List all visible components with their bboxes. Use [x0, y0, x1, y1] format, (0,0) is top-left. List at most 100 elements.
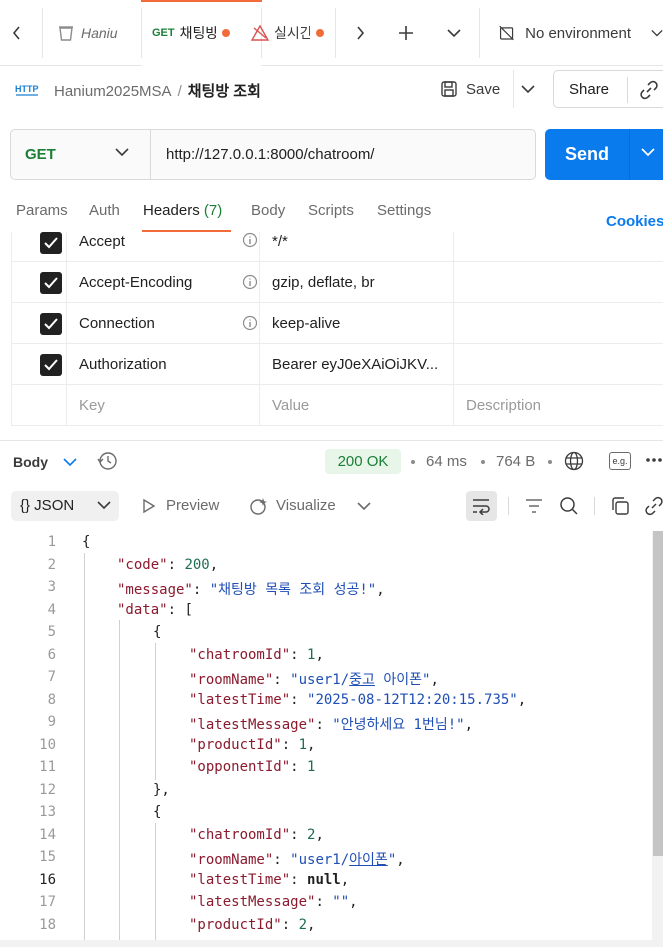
globe-icon[interactable]	[564, 451, 584, 471]
code-line: {	[153, 804, 162, 820]
table-row: Authorization Bearer eyJ0eXAiOiJKV...	[11, 344, 663, 385]
chevron-down-icon[interactable]	[357, 501, 371, 511]
table-row: Accept */*	[11, 232, 663, 262]
copy-icon[interactable]	[610, 496, 630, 516]
visualize-icon	[250, 498, 267, 515]
send-button[interactable]: Send	[545, 129, 663, 180]
save-example-button[interactable]: e.g.	[609, 452, 631, 470]
line-number: 4	[47, 602, 56, 618]
code-line: "code": 200,	[117, 557, 219, 573]
format-label: {} JSON	[20, 497, 75, 514]
header-checkbox[interactable]	[40, 272, 62, 294]
info-icon[interactable]	[242, 274, 258, 290]
line-number: 2	[47, 557, 56, 573]
tab-chatroom[interactable]: GET 채팅방	[142, 0, 261, 66]
request-title[interactable]: 채팅방 조회	[188, 83, 261, 100]
chevron-down-icon	[447, 29, 461, 38]
info-icon[interactable]	[242, 232, 258, 248]
chevron-down-icon	[520, 85, 535, 94]
environment-label: No environment	[525, 24, 632, 42]
header-key[interactable]: Accept	[79, 233, 125, 250]
breadcrumb-collection[interactable]: Hanium2025MSA	[54, 83, 172, 100]
header-value[interactable]: */*	[272, 233, 288, 250]
url-bar: GET http://127.0.0.1:8000/chatroom/	[10, 129, 536, 180]
tab-bar: Haniu GET 채팅방 실시간 No environment	[0, 0, 663, 66]
table-row: Connection keep-alive	[11, 303, 663, 344]
share-label: Share	[569, 81, 610, 98]
warning-icon	[250, 24, 270, 41]
history-icon[interactable]	[97, 451, 119, 471]
indent-guide	[155, 823, 156, 947]
chevron-left-icon	[12, 26, 20, 40]
line-number-current: 16	[39, 872, 56, 888]
tabs-scroll-left-button[interactable]	[0, 0, 34, 66]
line-number: 14	[39, 827, 56, 843]
indent-guide	[84, 553, 85, 947]
cookies-link[interactable]: Cookies	[606, 213, 663, 230]
response-body-editor[interactable]: 1 2 3 4 5 6 7 8 9 10 11 12 13 14 15 16 1…	[0, 531, 663, 947]
url-input[interactable]: http://127.0.0.1:8000/chatroom/	[166, 146, 374, 163]
tab-label: Haniu	[81, 25, 118, 41]
header-value[interactable]: keep-alive	[272, 315, 340, 332]
code-line: "roomName": "user1/중고 아이폰",	[189, 672, 439, 688]
value-placeholder[interactable]: Value	[272, 397, 309, 414]
header-key[interactable]: Connection	[79, 315, 155, 332]
link-icon[interactable]	[644, 496, 663, 516]
code-line: "latestTime": "2025-08-12T12:20:15.735",	[189, 692, 527, 708]
wrap-lines-button[interactable]	[466, 491, 497, 521]
tab-settings[interactable]: Settings	[377, 202, 431, 219]
line-number: 9	[47, 714, 56, 730]
more-icon[interactable]	[645, 457, 663, 463]
key-placeholder[interactable]: Key	[79, 397, 105, 414]
chevron-down-icon[interactable]	[115, 147, 129, 157]
http-icon: HTTP	[15, 80, 39, 98]
tab-label: 채팅방	[179, 25, 216, 41]
tab-params[interactable]: Params	[16, 202, 68, 219]
search-icon[interactable]	[559, 496, 579, 516]
code-line: "roomName": "user1/아이폰",	[189, 852, 405, 868]
header-key[interactable]: Authorization	[79, 356, 167, 373]
format-selector[interactable]: {} JSON	[11, 491, 119, 521]
tab-realtime[interactable]: 실시간	[246, 0, 334, 66]
response-time[interactable]: 64 ms	[426, 453, 467, 470]
panel-divider[interactable]	[0, 440, 663, 441]
tab-hanium[interactable]: Haniu	[43, 0, 141, 66]
header-checkbox[interactable]	[40, 354, 62, 376]
header-checkbox[interactable]	[40, 313, 62, 335]
share-button[interactable]: Share	[553, 70, 663, 108]
tab-scripts[interactable]: Scripts	[308, 202, 354, 219]
header-value[interactable]: gzip, deflate, br	[272, 274, 375, 291]
description-placeholder[interactable]: Description	[466, 397, 541, 414]
code-line: "latestMessage": "",	[189, 894, 358, 910]
tabs-scroll-right-button[interactable]	[345, 0, 375, 66]
chevron-down-icon[interactable]	[641, 147, 655, 157]
environment-selector[interactable]: No environment	[480, 0, 663, 66]
code-line: "latestMessage": "안녕하세요 1번님!",	[189, 717, 474, 733]
scrollbar-thumb[interactable]	[653, 531, 663, 856]
link-icon[interactable]	[638, 79, 660, 101]
header-value[interactable]: Bearer eyJ0eXAiOiJKV...	[272, 356, 438, 373]
visualize-button[interactable]: Visualize	[276, 497, 336, 514]
response-section-label: Body	[13, 454, 48, 470]
tabs-dropdown-button[interactable]	[440, 0, 468, 66]
new-tab-button[interactable]	[392, 0, 420, 66]
chevron-down-icon[interactable]	[63, 457, 77, 467]
save-options-button[interactable]	[513, 70, 541, 108]
line-number: 15	[39, 849, 56, 865]
breadcrumb: Hanium2025MSA / 채팅방 조회	[54, 80, 261, 101]
response-size[interactable]: 764 B	[496, 453, 535, 470]
preview-button[interactable]: Preview	[166, 497, 219, 514]
header-checkbox[interactable]	[40, 232, 62, 254]
filter-icon[interactable]	[524, 497, 544, 515]
tab-auth[interactable]: Auth	[89, 202, 120, 219]
code-line: },	[153, 782, 170, 798]
table-row: Accept-Encoding gzip, deflate, br	[11, 262, 663, 303]
info-icon[interactable]	[242, 315, 258, 331]
method-selector[interactable]: GET	[25, 146, 56, 163]
header-key[interactable]: Accept-Encoding	[79, 274, 192, 291]
unsaved-dot	[221, 29, 230, 37]
status-badge[interactable]: 200 OK	[325, 449, 401, 474]
tab-body[interactable]: Body	[251, 202, 285, 219]
save-button[interactable]: Save	[432, 70, 512, 108]
tab-headers[interactable]: Headers (7)	[143, 202, 222, 219]
